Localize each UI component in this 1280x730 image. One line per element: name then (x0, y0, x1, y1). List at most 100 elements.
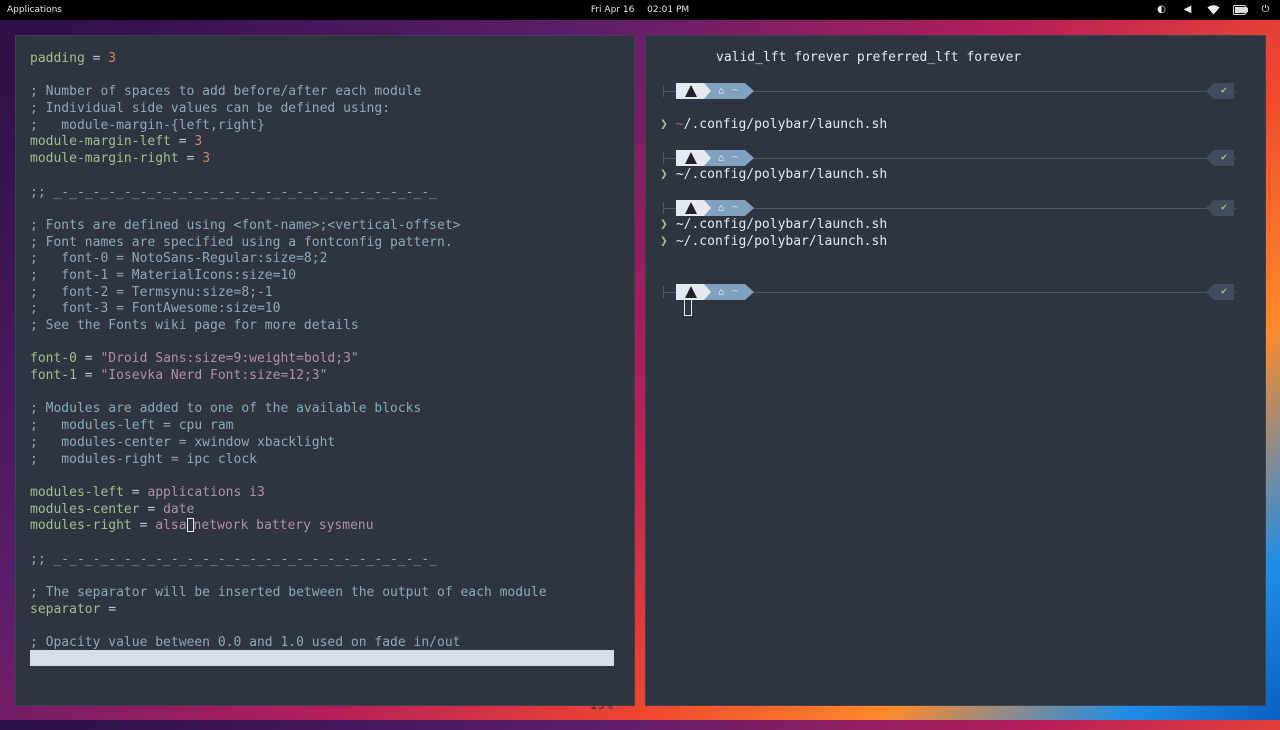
editor-token: "Droid Sans:size=9:weight=bold;3" (100, 351, 359, 367)
editor-token: ;; _-_-_-_-_-_-_-_-_-_-_-_-_-_-_-_-_-_-_… (30, 551, 437, 567)
prompt-bar: ⌂ ~ ✔ (663, 150, 1236, 166)
editor-line: modules-left = applications i3 (30, 485, 547, 502)
editor-window[interactable]: padding = 3 ; Number of spaces to add be… (15, 35, 635, 713)
editor-line: modules-right = alsa network battery sysm… (30, 518, 547, 535)
volume-icon[interactable]: ◀ (1181, 3, 1194, 16)
contrast-icon[interactable]: ◐ (1155, 3, 1168, 16)
prompt-cap-left (663, 85, 664, 97)
prompt-dir: ~ (732, 202, 739, 213)
editor-token: 3 (108, 51, 117, 66)
battery-icon[interactable] (1233, 3, 1248, 16)
chevron-icon: ❯ (660, 217, 668, 232)
editor-token: padding (30, 51, 85, 66)
system-tray: ◐ ◀ ⏻ (1155, 3, 1272, 16)
prompt-status-segment: ✔ (1206, 150, 1234, 166)
editor-line: ; font-1 = MaterialIcons:size=10 (30, 268, 547, 285)
battery-level (1235, 6, 1247, 13)
editor-token: ; Fonts are defined using <font-name>;<v… (30, 217, 461, 233)
prompt-dir-segment: ⌂ ~ (704, 83, 754, 99)
command-text: ~/.config/polybar/launch.sh (675, 217, 888, 232)
prompt-cap-left (663, 286, 664, 298)
editor-token: modules-left (30, 484, 124, 500)
command-text: /.config/polybar/launch.sh (683, 117, 888, 132)
editor-line: ; modules-left = cpu ram (30, 418, 547, 435)
chevron-icon: ❯ (660, 234, 668, 249)
tilde-error: ~ (675, 117, 684, 132)
prompt-dir-segment: ⌂ ~ (704, 200, 754, 216)
time-label: 02:01 PM (647, 5, 690, 15)
prompt-dir: ~ (732, 286, 739, 297)
editor-line: ;; _-_-_-_-_-_-_-_-_-_-_-_-_-_-_-_-_-_-_… (30, 185, 547, 202)
editor-token: ; Individual side values can be defined … (30, 101, 391, 117)
editor-token: = (131, 518, 156, 534)
editor-token: 3 (194, 134, 203, 150)
editor-token: = (84, 51, 109, 66)
prompt-dir-segment: ⌂ ~ (704, 150, 754, 166)
editor-token: ; modules-center = xwindow xbacklight (30, 434, 336, 450)
editor-token: ; font-0 = NotoSans-Regular:size=8;2 (30, 251, 328, 267)
editor-token: alsa (155, 518, 187, 534)
command-line: ❯ ~/.config/polybar/launch.sh (660, 167, 887, 184)
command-text: ~/.config/polybar/launch.sh (675, 167, 888, 182)
editor-token: ; Modules are added to one of the availa… (30, 401, 422, 417)
prompt-cap-left (663, 152, 664, 164)
editor-line: ;; _-_-_-_-_-_-_-_-_-_-_-_-_-_-_-_-_-_-_… (30, 552, 547, 569)
status-position: 133,21 (470, 682, 517, 697)
editor-token: ;; _-_-_-_-_-_-_-_-_-_-_-_-_-_-_-_-_-_-_… (30, 184, 437, 200)
check-icon: ✔ (1220, 286, 1228, 297)
editor-token: modules-center (30, 501, 140, 517)
editor-buffer[interactable]: padding = 3 ; Number of spaces to add be… (30, 51, 547, 652)
editor-token: ; font-3 = FontAwesome:size=10 (30, 301, 281, 317)
editor-line: ; Font names are specified using a fontc… (30, 235, 547, 252)
editor-token: = (178, 151, 203, 167)
home-icon: ⌂ (718, 287, 725, 298)
editor-token: module-margin-left (30, 134, 171, 150)
editor-token: ; The separator will be inserted between… (30, 585, 547, 600)
editor-token: ; modules-left = cpu ram (30, 418, 234, 434)
date-label: Fri Apr 16 (590, 5, 635, 15)
editor-line: padding = 3 (30, 51, 547, 68)
check-icon: ✔ (1220, 85, 1228, 96)
editor-token: ; modules-right = ipc clock (30, 451, 257, 467)
terminal-output-line: valid_lft forever preferred_lft forever (716, 50, 1022, 65)
prompt-cap-left (663, 202, 664, 214)
editor-line: ; font-3 = FontAwesome:size=10 (30, 301, 547, 318)
check-icon: ✔ (1220, 202, 1228, 213)
prompt-bar: ⌂ ~ ✔ (663, 284, 1236, 300)
wifi-icon[interactable] (1207, 3, 1220, 16)
editor-line: ; See the Fonts wiki page for more detai… (30, 318, 547, 335)
editor-token: ; Number of spaces to add before/after e… (30, 84, 422, 100)
command-line: ❯ ~/.config/polybar/launch.sh (660, 117, 887, 134)
prompt-dir-segment: ⌂ ~ (704, 284, 754, 300)
editor-token: "Iosevka Nerd Font:size=12;3" (100, 368, 328, 384)
editor-line: ; Fonts are defined using <font-name>;<v… (30, 218, 547, 235)
editor-token: = (76, 368, 101, 384)
editor-token: font-0 (30, 351, 77, 367)
status-percent: 19% (589, 698, 613, 713)
editor-line: ; font-2 = Termsynu:size=8;-1 (30, 285, 547, 302)
editor-token: ; Font names are specified using a fontc… (30, 234, 453, 250)
editor-token: 3 (202, 151, 211, 167)
command-text: ~/.config/polybar/launch.sh (675, 234, 888, 249)
editor-token: font-1 (30, 368, 77, 384)
editor-token: module-margin-right (30, 151, 179, 167)
clock[interactable]: Fri Apr 16 02:01 PM (0, 5, 1280, 15)
editor-token: ; See the Fonts wiki page for more detai… (30, 318, 359, 333)
terminal-window[interactable]: valid_lft forever preferred_lft forever … (645, 35, 1266, 706)
editor-token: = (76, 351, 101, 367)
editor-line: ; Individual side values can be defined … (30, 101, 547, 118)
editor-line: ; font-0 = NotoSans-Regular:size=8;2 (30, 251, 547, 268)
editor-token: ; Opacity value between 0.0 and 1.0 used… (30, 635, 461, 651)
terminal-cursor[interactable] (684, 299, 692, 316)
prompt-dir: ~ (732, 85, 739, 96)
prompt-status-segment: ✔ (1206, 284, 1234, 300)
editor-line: separator = (30, 602, 547, 619)
editor-token: ; module-margin-{left,right} (30, 117, 265, 133)
power-icon[interactable]: ⏻ (1259, 3, 1272, 16)
check-icon: ✔ (1220, 152, 1228, 163)
editor-line: ; The separator will be inserted between… (30, 585, 547, 602)
